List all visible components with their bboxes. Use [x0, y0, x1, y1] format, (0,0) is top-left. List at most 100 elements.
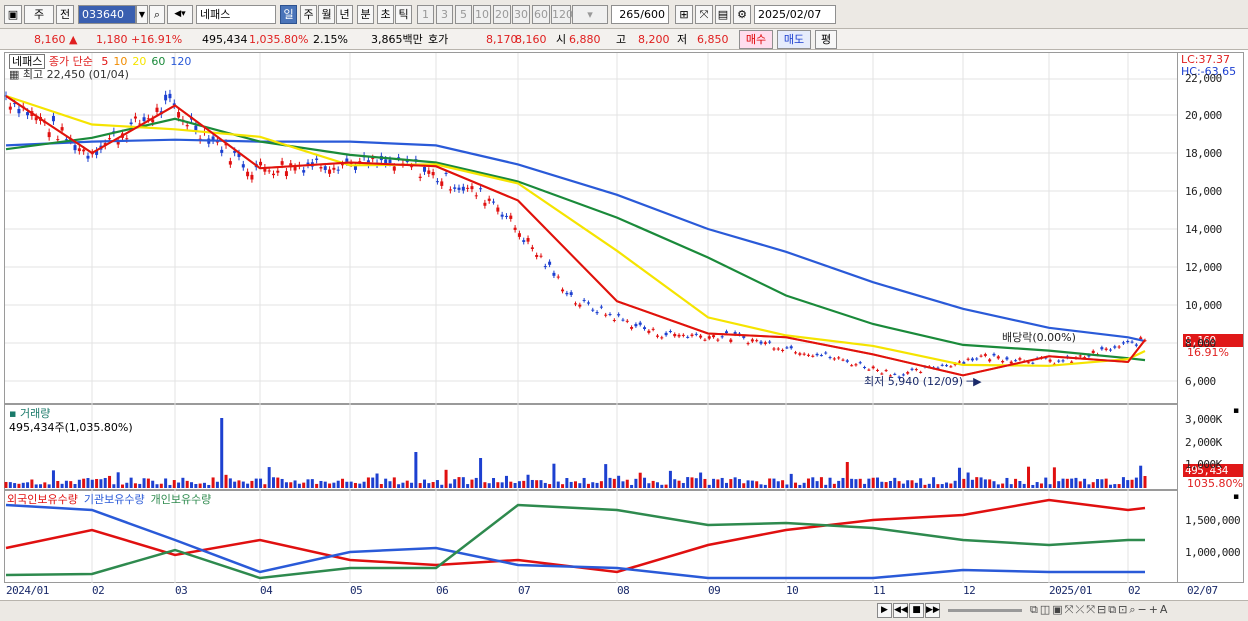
holding-legend-item: 외국인보유수량 — [7, 493, 78, 506]
x-axis-tick: 06 — [436, 584, 449, 597]
price-change: 1,180 — [96, 33, 128, 46]
price-y-tick: 8,000 — [1185, 337, 1216, 350]
volume-y-tick: 3,000K — [1185, 413, 1222, 426]
interval-button[interactable]: 60 — [532, 5, 550, 24]
period-button[interactable]: 일 — [280, 5, 297, 24]
price-y-tick: 22,000 — [1185, 72, 1222, 85]
tool-icons[interactable]: ⧉◫▣⤧⤫⤧⊟⧉⊡⌕−+A — [1030, 603, 1169, 617]
ma-legend-item: 20 — [132, 55, 147, 68]
bottom-navigation: ▶ ◀◀ ■ ▶▶ ⧉◫▣⤧⤫⤧⊟⧉⊡⌕−+A — [0, 600, 1248, 621]
holding-y-tick: 1,000,000 — [1185, 546, 1241, 559]
holding-pane-close-icon[interactable]: ▪ — [1233, 492, 1239, 502]
layout-icon[interactable]: ▣ — [4, 5, 22, 24]
interval-button[interactable]: 5 — [455, 5, 472, 24]
price-y-tick: 12,000 — [1185, 261, 1222, 274]
ask-price-2: 8,160 — [515, 33, 547, 46]
turnover: 2.15% — [313, 33, 348, 46]
count-total: /600 — [640, 8, 665, 21]
x-axis-tick: 2024/01 — [6, 584, 49, 597]
ask-price-1: 8,170 — [486, 33, 518, 46]
count-value: 265 — [619, 8, 641, 21]
forward-icon[interactable]: ▶▶ — [925, 603, 940, 618]
x-axis-tick: 04 — [260, 584, 273, 597]
code-dropdown-icon[interactable]: ▼ — [136, 5, 148, 24]
interval-button[interactable]: 30 — [512, 5, 530, 24]
x-axis-tick: 08 — [617, 584, 630, 597]
open-price: 6,880 — [569, 33, 601, 46]
type-select[interactable]: 전 — [56, 5, 74, 24]
period-button[interactable]: 년 — [336, 5, 353, 24]
interval-button[interactable]: 1 — [417, 5, 434, 24]
eval-button[interactable]: 평 — [815, 30, 837, 49]
low-note: 최저 5,940 (12/09) ─▶ — [864, 375, 982, 388]
dividend-note: 배당락(0.00%) — [1002, 331, 1076, 344]
price-y-tick: 6,000 — [1185, 375, 1216, 388]
buy-button[interactable]: 매수 — [739, 30, 773, 49]
period-button[interactable]: 틱 — [395, 5, 412, 24]
trade-amount: 3,865백만 — [371, 33, 423, 46]
interval-button[interactable]: 20 — [493, 5, 511, 24]
next-icon[interactable]: ▶ — [877, 603, 892, 618]
x-axis-tick: 02 — [92, 584, 105, 597]
zoom-icon[interactable]: ⊞ — [675, 5, 693, 24]
high-price: 8,200 — [638, 33, 670, 46]
interval-button[interactable]: 3 — [436, 5, 453, 24]
period-button[interactable]: 초 — [377, 5, 394, 24]
price-y-tick: 18,000 — [1185, 147, 1222, 160]
ma-legend-item: 60 — [151, 55, 166, 68]
price-change-pct: +16.91% — [131, 33, 183, 46]
save-icon[interactable]: ▤ — [715, 5, 731, 24]
custom-period-select[interactable]: ▾ — [572, 5, 608, 24]
gear-icon[interactable]: ⚙ — [733, 5, 751, 24]
code-input[interactable]: 033640 — [78, 5, 136, 24]
x-axis-tick: 03 — [175, 584, 188, 597]
toolbar: ▣ 주 전 033640 ▼ ⌕ ◀▾ 네패스 일주월년분초틱 1 3 5 10 20 3… — [0, 0, 1248, 29]
x-axis-tick: 09 — [708, 584, 721, 597]
price-y-tick: 14,000 — [1185, 223, 1222, 236]
cross-icon[interactable]: ⤧ — [695, 5, 713, 24]
ma-legend-item: 120 — [170, 55, 192, 68]
period-button[interactable]: 월 — [318, 5, 335, 24]
holding-legend-item: 개인보유수량 — [150, 493, 212, 506]
volume-y-tick: 1,000K — [1185, 458, 1222, 471]
period-button[interactable]: 주 — [300, 5, 317, 24]
x-axis-tick: 11 — [873, 584, 886, 597]
volume-pane-close-icon[interactable]: ▪ — [1233, 406, 1239, 416]
holding-legend-item: 기관보유수량 — [83, 493, 145, 506]
stop-icon[interactable]: ■ — [909, 603, 924, 618]
price-pane[interactable] — [4, 52, 1178, 404]
price-y-tick: 16,000 — [1185, 185, 1222, 198]
volume-pane[interactable] — [4, 404, 1178, 490]
low-label: 저 — [677, 33, 688, 46]
current-price: 8,160 ▲ — [34, 33, 78, 46]
interval-button[interactable]: 10 — [473, 5, 491, 24]
volume-y-tick: 2,000K — [1185, 436, 1222, 449]
x-axis-tick: 02/07 — [1187, 584, 1218, 597]
market-select[interactable]: 주 — [24, 5, 54, 24]
low-price: 6,850 — [697, 33, 729, 46]
price-y-tick: 20,000 — [1185, 109, 1222, 122]
volume-pct: 1,035.80% — [249, 33, 309, 46]
volume-value: 495,434 — [202, 33, 248, 46]
sell-button[interactable]: 매도 — [777, 30, 811, 49]
rewind-icon[interactable]: ◀◀ — [893, 603, 908, 618]
holding-y-tick: 1,500,000 — [1185, 514, 1241, 527]
date-field[interactable]: 2025/02/07 — [754, 5, 836, 24]
period-button[interactable]: 분 — [357, 5, 374, 24]
x-axis-tick: 07 — [518, 584, 531, 597]
zoom-slider[interactable] — [948, 609, 1022, 612]
x-axis-tick: 2025/01 — [1049, 584, 1092, 597]
x-axis-tick: 10 — [786, 584, 799, 597]
count-field[interactable]: 265/600 — [611, 5, 669, 24]
search-icon[interactable]: ⌕ — [149, 5, 165, 24]
sound-icon[interactable]: ◀▾ — [167, 5, 193, 24]
stock-name-field[interactable]: 네패스 — [196, 5, 276, 24]
price-y-tick: 10,000 — [1185, 299, 1222, 312]
open-label: 시 — [556, 33, 567, 46]
x-axis-tick: 05 — [350, 584, 363, 597]
high-note: ▦ 최고 22,450 (01/04) — [9, 68, 129, 81]
y-axis-panel — [1178, 52, 1244, 583]
high-label: 고 — [616, 33, 627, 46]
interval-button[interactable]: 120 — [551, 5, 573, 24]
x-axis-tick: 12 — [963, 584, 976, 597]
